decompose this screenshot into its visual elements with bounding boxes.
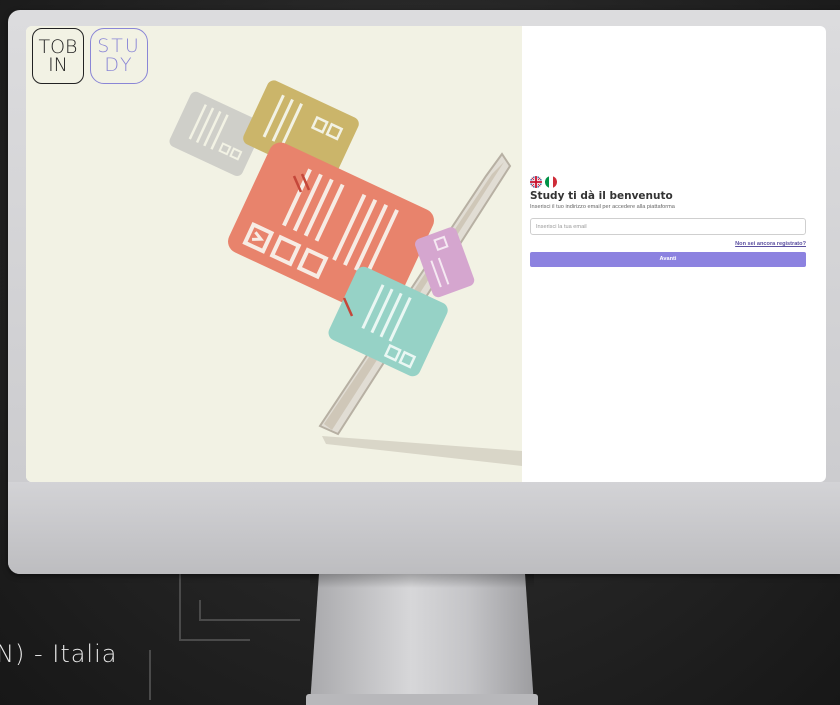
tobin-logo: TOB IN — [32, 28, 84, 84]
welcome-subtitle: Inserisci il tuo indirizzo email per acc… — [530, 204, 675, 210]
stand-shadow — [310, 574, 534, 588]
welcome-title: Study ti dà il benvenuto — [530, 190, 673, 202]
register-link[interactable]: Non sei ancora registrato? — [530, 241, 806, 247]
uk-flag-icon[interactable] — [530, 176, 542, 188]
language-selector — [530, 176, 806, 188]
email-input[interactable] — [530, 218, 806, 235]
login-panel: Study ti dà il benvenuto Inserisci il tu… — [530, 176, 806, 267]
location-text: N) - Italia — [0, 640, 118, 668]
monitor-chin — [8, 482, 840, 574]
stand-base — [306, 694, 538, 705]
hero-illustration: TOB IN STU DY — [26, 26, 522, 482]
tablet-forms-illustration — [169, 80, 522, 466]
italy-flag-icon[interactable] — [545, 176, 557, 188]
screen: TOB IN STU DY Study ti dà il benvenuto I… — [26, 26, 826, 482]
study-logo: STU DY — [90, 28, 148, 84]
monitor-stand — [310, 574, 534, 705]
next-button[interactable]: Avanti — [530, 251, 806, 267]
monitor: TOB IN STU DY Study ti dà il benvenuto I… — [8, 10, 840, 574]
